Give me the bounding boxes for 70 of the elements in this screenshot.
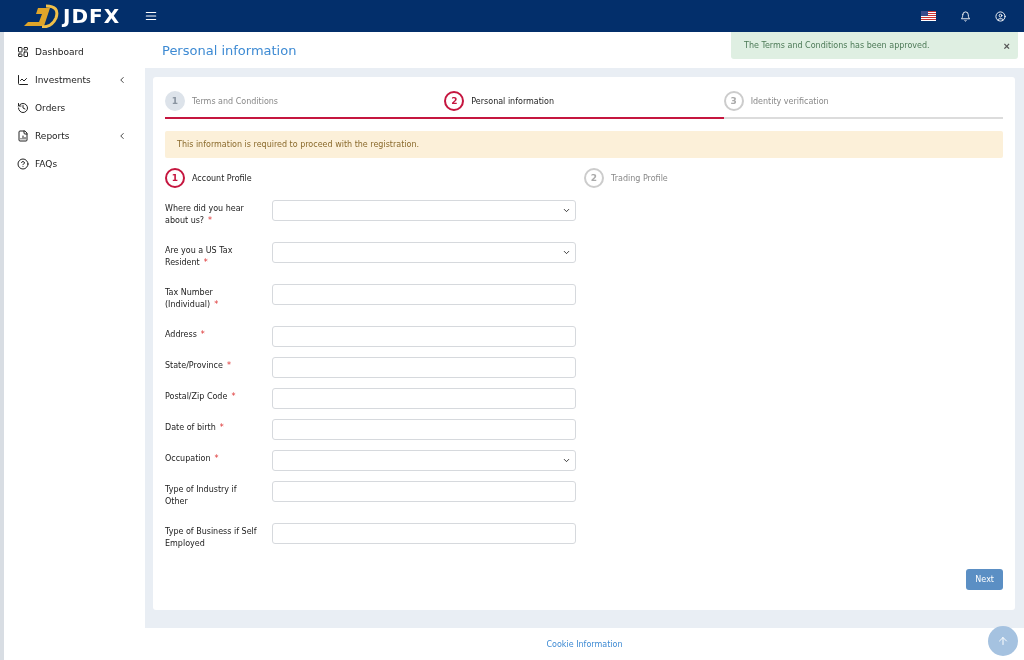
field-label: Address * [165, 329, 206, 341]
input-field[interactable] [272, 419, 576, 440]
logo-icon [22, 4, 60, 28]
wizard-step[interactable]: 3 Identity verification [723, 91, 1003, 119]
required-mark: * [214, 300, 219, 309]
user-icon[interactable] [995, 10, 1006, 22]
step-label: Trading Profile [611, 173, 668, 183]
wizard-step[interactable]: 2 Personal information [444, 91, 724, 119]
input-field[interactable] [272, 357, 576, 378]
required-mark: * [231, 392, 236, 401]
step-number: 2 [444, 91, 465, 111]
field-label: State/Province * [165, 360, 232, 372]
select-field[interactable] [272, 242, 576, 263]
input-field[interactable] [272, 388, 576, 409]
chevron-icon [117, 75, 127, 85]
toast-message: The Terms and Conditions has been approved. [744, 41, 930, 50]
step-number: 2 [584, 168, 604, 188]
sidebar-item[interactable]: FAQs [4, 150, 145, 178]
menu-icon[interactable] [144, 9, 159, 23]
chevron-icon [117, 131, 127, 141]
help-icon [17, 158, 29, 170]
history-icon [17, 102, 29, 114]
sidebar-item[interactable]: Orders [4, 94, 145, 122]
step-number: 3 [723, 91, 744, 111]
required-mark: * [200, 330, 205, 339]
step-label: Personal information [471, 96, 555, 106]
chevron-icon [562, 206, 571, 215]
input-field[interactable] [272, 481, 576, 502]
field-label: Type of Industry if Other [165, 484, 238, 508]
info-notice: This information is required to proceed with the registration. [165, 131, 1003, 158]
required-mark: * [226, 361, 231, 370]
chart-icon [17, 74, 29, 86]
select-field[interactable] [272, 450, 576, 471]
required-mark: * [219, 423, 224, 432]
chevron-icon [562, 248, 571, 257]
sub-step[interactable]: 1 Account Profile [165, 168, 584, 188]
sidebar-item[interactable]: Reports [4, 122, 145, 150]
input-field[interactable] [272, 326, 576, 347]
step-label: Terms and Conditions [192, 96, 279, 106]
required-mark: * [208, 216, 213, 225]
sidebar-item[interactable]: Dashboard [4, 38, 145, 66]
flag-icon[interactable] [921, 11, 936, 21]
required-mark: * [203, 258, 208, 267]
step-label: Identity verification [750, 96, 829, 106]
dashboard-icon [17, 46, 29, 58]
field-label: Where did you hear about us? * [165, 203, 245, 227]
field-label: Postal/Zip Code * [165, 391, 237, 403]
input-field[interactable] [272, 523, 576, 544]
cookie-link[interactable]: Cookie Information [546, 639, 623, 649]
page-title: Personal information [162, 42, 297, 58]
field-label: Date of birth * [165, 422, 225, 434]
field-label: Are you a US Tax Resident * [165, 245, 234, 269]
sidebar-item[interactable]: Investments [4, 66, 145, 94]
field-label: Tax Number (Individual) * [165, 287, 220, 311]
sub-step[interactable]: 2 Trading Profile [584, 168, 1003, 188]
step-number: 1 [165, 168, 185, 188]
step-number: 1 [165, 91, 185, 111]
required-mark: * [214, 454, 219, 463]
report-icon [17, 130, 29, 142]
field-label: Occupation * [165, 453, 220, 465]
select-field[interactable] [272, 200, 576, 221]
wizard-step[interactable]: 1 Terms and Conditions [165, 91, 445, 119]
field-label: Type of Business if Self Employed [165, 526, 257, 550]
input-field[interactable] [272, 284, 576, 305]
logo-text: JDFX [63, 4, 121, 28]
chevron-icon [562, 456, 571, 465]
step-label: Account Profile [192, 173, 252, 183]
bell-icon[interactable] [960, 10, 971, 22]
close-button[interactable]: × [1003, 39, 1010, 52]
arrow-up-icon [997, 635, 1009, 647]
